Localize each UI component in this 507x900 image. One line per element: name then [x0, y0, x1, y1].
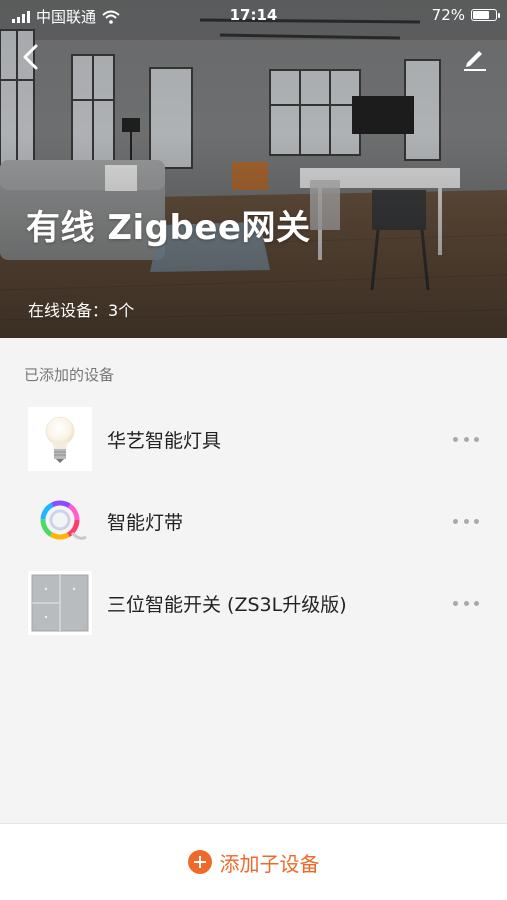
light-strip-icon — [28, 489, 92, 553]
list-item[interactable]: 三位智能开关 (ZS3L升级版) — [0, 562, 507, 644]
device-list: 华艺智能灯具 智能灯带 三位智能开关 (ZS3L升级版) — [0, 398, 507, 644]
more-options-icon[interactable] — [453, 598, 479, 608]
section-title: 已添加的设备 — [24, 366, 115, 384]
add-subdevice-label: 添加子设备 — [219, 851, 320, 876]
bottom-bar: 添加子设备 — [0, 823, 507, 900]
more-options-icon[interactable] — [453, 516, 479, 526]
battery-icon — [471, 9, 500, 21]
header-banner: 中国联通 17:14 72% 有线 Zigbee网关 在线设备： 3个 — [0, 0, 507, 338]
device-name: 智能灯带 — [107, 511, 184, 534]
list-item[interactable]: 智能灯带 — [0, 480, 507, 562]
pencil-icon[interactable] — [461, 44, 489, 72]
list-item[interactable]: 华艺智能灯具 — [0, 398, 507, 480]
online-count: 3个 — [108, 301, 135, 320]
plus-circle-icon — [187, 850, 212, 874]
online-devices: 在线设备： 3个 — [28, 297, 134, 321]
device-name: 三位智能开关 (ZS3L升级版) — [107, 593, 347, 616]
device-name: 华艺智能灯具 — [107, 429, 222, 452]
battery-percent: 72% — [431, 6, 465, 24]
status-bar: 中国联通 17:14 72% — [0, 0, 507, 30]
bulb-icon — [28, 407, 92, 471]
online-label: 在线设备： — [28, 301, 109, 320]
chevron-left-icon[interactable] — [16, 42, 46, 72]
gateway-title: 有线 Zigbee网关 — [26, 208, 311, 248]
add-subdevice-button[interactable]: 添加子设备 — [187, 848, 320, 877]
more-options-icon[interactable] — [453, 434, 479, 444]
wall-switch-icon — [28, 571, 92, 635]
